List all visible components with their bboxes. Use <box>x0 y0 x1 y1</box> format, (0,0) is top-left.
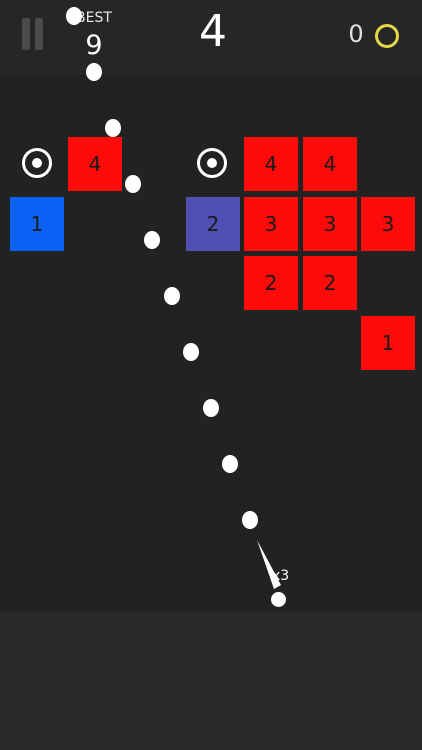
brick: 4 <box>68 137 122 191</box>
trajectory-dot <box>164 287 180 305</box>
brick-hits: 2 <box>206 212 220 236</box>
brick: 1 <box>361 316 415 370</box>
brick-hits: 3 <box>323 212 337 236</box>
extra-ball-ring-icon <box>197 148 227 178</box>
brick-hits: 4 <box>323 152 337 176</box>
trajectory-dot <box>183 343 199 361</box>
brick: 4 <box>244 137 298 191</box>
pause-icon-bar <box>22 18 30 50</box>
pause-button[interactable] <box>22 18 44 50</box>
trajectory-dot <box>86 63 102 81</box>
trajectory-dot <box>125 175 141 193</box>
brick-hits: 2 <box>264 271 278 295</box>
brick: 3 <box>244 197 298 251</box>
best-score: 9 <box>85 30 103 61</box>
coin-count: 0 <box>348 20 364 48</box>
brick: 1 <box>10 197 64 251</box>
brick: 4 <box>303 137 357 191</box>
brick: 2 <box>186 197 240 251</box>
bottom-area <box>0 612 422 750</box>
brick-hits: 1 <box>381 331 395 355</box>
brick: 3 <box>303 197 357 251</box>
brick: 3 <box>361 197 415 251</box>
trajectory-dot <box>105 119 121 137</box>
brick-hits: 1 <box>30 212 44 236</box>
current-score: 4 <box>199 6 227 57</box>
coin-icon <box>375 24 399 48</box>
trajectory-dot <box>222 455 238 473</box>
brick-hits: 4 <box>264 152 278 176</box>
game-screen[interactable]: BEST 9 4 0 4 4 4 1 2 3 3 3 2 2 1 x3 <box>0 0 422 750</box>
brick-hits: 3 <box>381 212 395 236</box>
brick-hits: 4 <box>88 152 102 176</box>
brick: 2 <box>244 256 298 310</box>
brick-hits: 3 <box>264 212 278 236</box>
top-bar: BEST 9 4 0 <box>0 0 422 74</box>
launcher-ball[interactable] <box>271 592 286 607</box>
brick-hits: 2 <box>323 271 337 295</box>
trajectory-dot <box>203 399 219 417</box>
brick: 2 <box>303 256 357 310</box>
ball-count: x3 <box>272 568 290 584</box>
trajectory-dot <box>66 7 82 25</box>
pause-icon-bar <box>35 18 43 50</box>
trajectory-dot <box>242 511 258 529</box>
trajectory-dot <box>144 231 160 249</box>
extra-ball-ring-icon <box>22 148 52 178</box>
